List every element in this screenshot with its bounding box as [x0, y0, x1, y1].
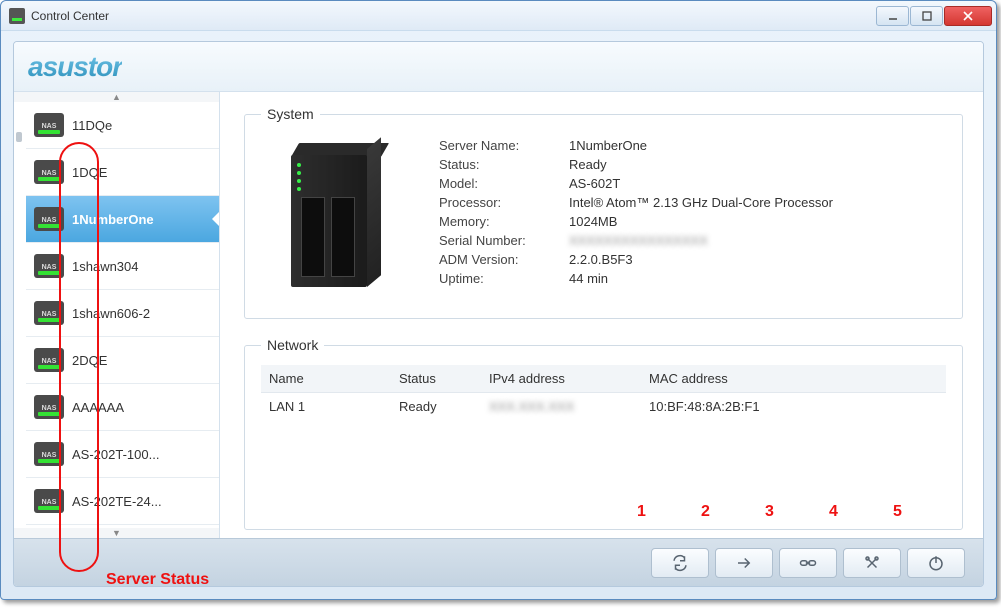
- label-model: Model:: [439, 176, 559, 191]
- value-server-name: 1NumberOne: [569, 138, 946, 153]
- value-adm: 2.2.0.B5F3: [569, 252, 946, 267]
- client-area: asustor ▲ NAS11DQeNAS1DQENAS1NumberOneNA…: [13, 41, 984, 587]
- sidebar-item-label: 2DQE: [72, 353, 107, 368]
- brand-logo: asustor: [28, 51, 122, 83]
- sidebar-item-label: 1DQE: [72, 165, 107, 180]
- sidebar-scrollbar[interactable]: [14, 102, 26, 528]
- details-panel: System Server Name: 1NumberOne: [220, 92, 983, 538]
- network-legend: Network: [261, 337, 324, 353]
- system-legend: System: [261, 106, 320, 122]
- sidebar-item-label: AAAAAA: [72, 400, 124, 415]
- value-memory: 1024MB: [569, 214, 946, 229]
- label-status: Status:: [439, 157, 559, 172]
- system-card: System Server Name: 1NumberOne: [244, 106, 963, 319]
- nas-icon: NAS: [34, 254, 64, 278]
- sidebar-item-1shawn304[interactable]: NAS 1shawn304: [26, 243, 219, 290]
- nas-icon: NAS: [34, 489, 64, 513]
- label-server-name: Server Name:: [439, 138, 559, 153]
- col-blank: [886, 365, 946, 393]
- value-uptime: 44 min: [569, 271, 946, 286]
- table-row[interactable]: LAN 1ReadyXXX.XXX.XXX10:BF:48:8A:2B:F1: [261, 393, 946, 421]
- header: asustor: [14, 42, 983, 92]
- label-adm: ADM Version:: [439, 252, 559, 267]
- value-status: Ready: [569, 157, 946, 172]
- sidebar-item-label: 1shawn606-2: [72, 306, 150, 321]
- sidebar-item-1shawn606-2[interactable]: NAS 1shawn606-2: [26, 290, 219, 337]
- sidebar-item-as-202t-100-[interactable]: NAS AS-202T-100...: [26, 431, 219, 478]
- sidebar-item-label: 11DQe: [72, 118, 112, 133]
- sidebar-item-1numberone[interactable]: NAS 1NumberOne: [26, 196, 219, 243]
- cell-mac: 10:BF:48:8A:2B:F1: [641, 393, 886, 421]
- minimize-button[interactable]: [876, 6, 909, 26]
- scroll-down-arrow[interactable]: ▼: [14, 528, 219, 538]
- col-status[interactable]: Status: [391, 365, 481, 393]
- nas-icon: NAS: [34, 113, 64, 137]
- connect-button[interactable]: [715, 548, 773, 578]
- col-mac[interactable]: MAC address: [641, 365, 886, 393]
- sidebar-item-label: 1NumberOne: [72, 212, 154, 227]
- cell-name: LAN 1: [261, 393, 391, 421]
- link-button[interactable]: [779, 548, 837, 578]
- value-processor: Intel® Atom™ 2.13 GHz Dual-Core Processo…: [569, 195, 946, 210]
- cell-status: Ready: [391, 393, 481, 421]
- nas-icon: NAS: [34, 442, 64, 466]
- col-name[interactable]: Name: [261, 365, 391, 393]
- value-serial: XXXXXXXXXXXXXXXX: [569, 233, 946, 248]
- app-window: Control Center asustor ▲ NAS 11DQe NAS 1DQE…: [0, 0, 997, 600]
- sidebar-item-aaaaaa[interactable]: NAS AAAAAA: [26, 384, 219, 431]
- window-title: Control Center: [31, 9, 109, 23]
- scroll-up-arrow[interactable]: ▲: [14, 92, 219, 102]
- power-button[interactable]: [907, 548, 965, 578]
- system-info-grid: Server Name: 1NumberOne Status: Ready Mo…: [439, 134, 946, 304]
- app-icon: [9, 8, 25, 24]
- nas-icon: NAS: [34, 207, 64, 231]
- sidebar-item-label: 1shawn304: [72, 259, 139, 274]
- network-card: Network Name Status IPv4 address MAC add…: [244, 337, 963, 530]
- sidebar-item-as-202te-24-[interactable]: NAS AS-202TE-24...: [26, 478, 219, 525]
- nas-icon: NAS: [34, 301, 64, 325]
- server-list-sidebar: ▲ NAS 11DQe NAS 1DQE NAS 1NumberOne NAS 1shawn3…: [14, 92, 220, 538]
- label-serial: Serial Number:: [439, 233, 559, 248]
- sidebar-item-label: AS-202TE-24...: [72, 494, 162, 509]
- sidebar-item-1dqe[interactable]: NAS 1DQE: [26, 149, 219, 196]
- tools-button[interactable]: [843, 548, 901, 578]
- nas-icon: NAS: [34, 395, 64, 419]
- sidebar-item-label: AS-202T-100...: [72, 447, 159, 462]
- label-uptime: Uptime:: [439, 271, 559, 286]
- close-button[interactable]: [944, 6, 992, 26]
- value-model: AS-602T: [569, 176, 946, 191]
- network-table: Name Status IPv4 address MAC address LAN…: [261, 365, 946, 420]
- sidebar-item-2dqe[interactable]: NAS 2DQE: [26, 337, 219, 384]
- refresh-button[interactable]: [651, 548, 709, 578]
- bottom-toolbar: [14, 538, 983, 586]
- cell-ipv4: XXX.XXX.XXX: [481, 393, 641, 421]
- device-image: [261, 134, 411, 304]
- nas-icon: NAS: [34, 160, 64, 184]
- maximize-button[interactable]: [910, 6, 943, 26]
- nas-icon: NAS: [34, 348, 64, 372]
- label-memory: Memory:: [439, 214, 559, 229]
- sidebar-item-11dqe[interactable]: NAS 11DQe: [26, 102, 219, 149]
- col-ipv4[interactable]: IPv4 address: [481, 365, 641, 393]
- label-processor: Processor:: [439, 195, 559, 210]
- titlebar[interactable]: Control Center: [1, 1, 996, 31]
